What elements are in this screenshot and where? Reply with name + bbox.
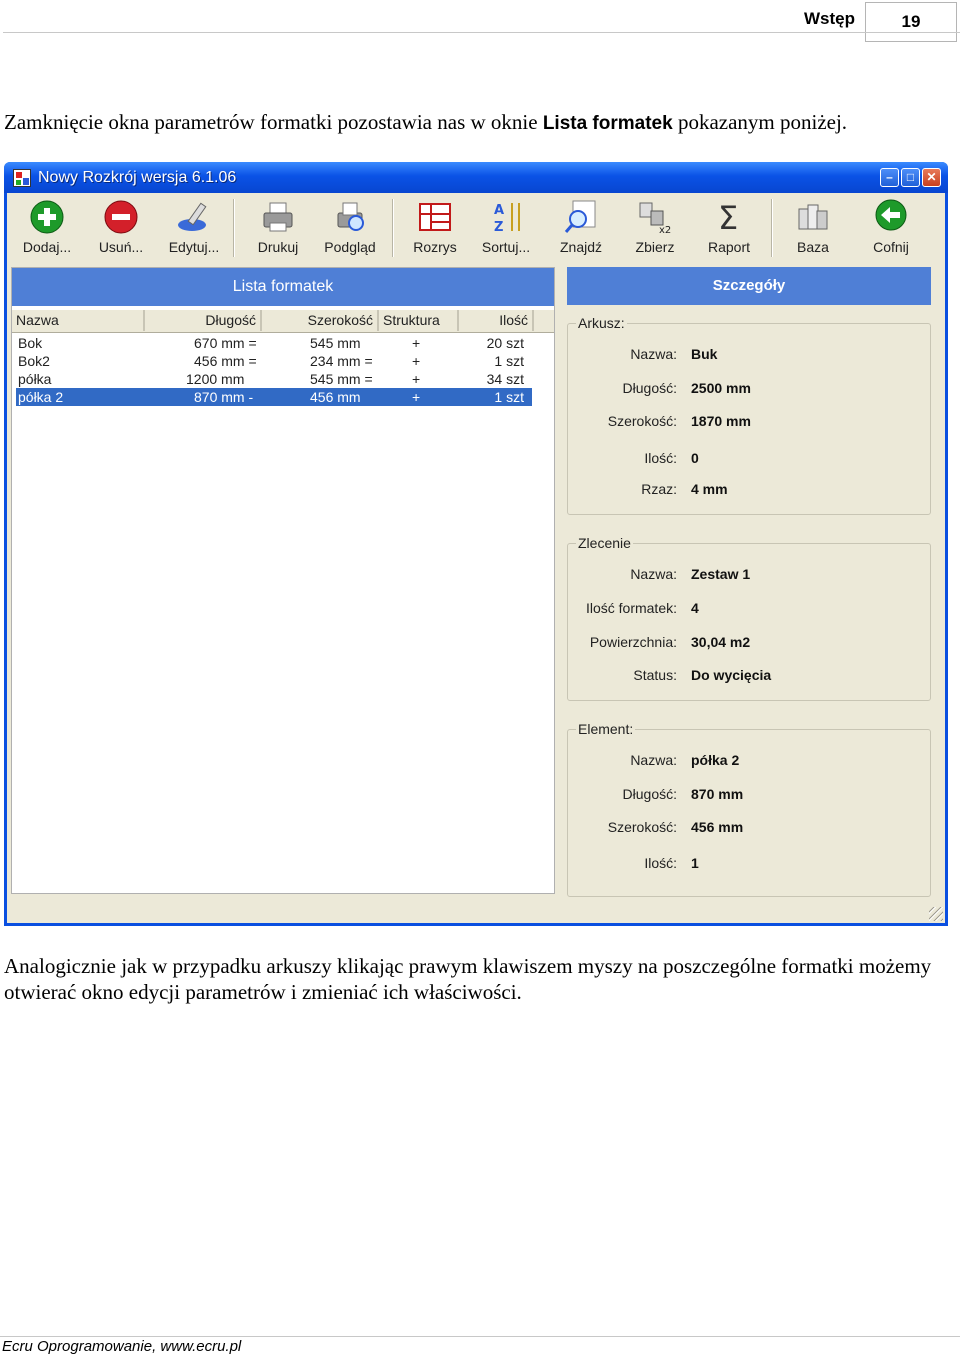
layout-button[interactable]: Rozrys (407, 197, 463, 261)
svg-text:x2: x2 (659, 225, 671, 235)
find-icon (563, 199, 599, 235)
details-panel: Szczegóły Arkusz: Nazwa: Buk Długość: 2500… (567, 267, 931, 897)
preview-button[interactable]: Podgląd (319, 197, 381, 261)
field-row: Szerokość: 456 mm (607, 819, 744, 835)
field-row: Ilość: 0 (644, 450, 699, 466)
details-title: Szczegóły (567, 267, 931, 305)
collect-button[interactable]: x2 Zbierz (627, 197, 683, 261)
column-structure[interactable]: Struktura (379, 310, 459, 331)
printer-icon (260, 199, 296, 235)
database-button[interactable]: Baza (785, 197, 841, 261)
intro-after: pokazanym poniżej. (672, 110, 848, 134)
remove-icon (103, 199, 139, 235)
app-window: Nowy Rozkrój wersja 6.1.06 – □ ✕ Dodaj..… (4, 162, 948, 926)
field-row: Długość: 2500 mm (622, 380, 751, 396)
print-button[interactable]: Drukuj (250, 197, 306, 261)
field-row: Ilość formatek: 4 (585, 600, 699, 616)
window-title: Nowy Rozkrój wersja 6.1.06 (38, 169, 237, 186)
table-row-selected[interactable]: półka 2 870 mm - 456 mm + 1 szt (16, 388, 532, 406)
table-row[interactable]: Bok 670 mm = 545 mm + 20 szt (16, 334, 532, 352)
field-row: Rzaz: 4 mm (641, 481, 728, 497)
field-row: Szerokość: 1870 mm (607, 413, 751, 429)
formatki-list-panel: Lista formatek Nazwa Długość Szerokość S… (11, 267, 555, 894)
sort-button[interactable]: AZ Sortuj... (476, 197, 536, 261)
section-title: Wstęp (804, 9, 855, 28)
add-icon (29, 199, 65, 235)
header-divider (3, 32, 960, 33)
field-row: Status: Do wycięcia (633, 667, 772, 683)
column-width[interactable]: Szerokość (262, 310, 379, 331)
database-icon (795, 199, 831, 235)
intro-text: Zamknięcie okna parametrów formatki pozo… (4, 110, 847, 135)
group-title: Zlecenie (576, 535, 633, 551)
add-button[interactable]: Dodaj... (17, 197, 77, 261)
app-icon (13, 169, 31, 187)
page-number: 19 (865, 2, 957, 42)
toolbar-separator (392, 199, 394, 257)
remove-button[interactable]: Usuń... (91, 197, 151, 261)
field-row: Nazwa: Zestaw 1 (630, 566, 751, 582)
back-button[interactable]: Cofnij (863, 197, 919, 261)
list-title: Lista formatek (12, 268, 554, 306)
body-paragraph: Analogicznie jak w przypadku arkuszy kli… (4, 954, 932, 1004)
sort-icon: AZ (488, 199, 524, 235)
window-client: Dodaj... Usuń... Edytuj... Drukuj Podglą… (7, 193, 945, 923)
toolbar: Dodaj... Usuń... Edytuj... Drukuj Podglą… (7, 193, 945, 264)
layout-icon (417, 199, 453, 235)
intro-before: Zamknięcie okna parametrów formatki pozo… (4, 110, 543, 134)
preview-icon (332, 199, 368, 235)
sigma-icon: Σ (711, 199, 747, 237)
edit-icon (176, 199, 212, 235)
field-row: Długość: 870 mm (622, 786, 744, 802)
field-row: Nazwa: Buk (630, 346, 718, 362)
list-column-header: Nazwa Długość Szerokość Struktura Ilość (12, 310, 554, 333)
field-row: Nazwa: półka 2 (630, 752, 740, 768)
intro-bold: Lista formatek (542, 113, 673, 134)
svg-text:A: A (494, 203, 504, 218)
toolbar-separator (233, 199, 235, 257)
resize-grip-icon[interactable] (929, 907, 943, 921)
maximize-button[interactable]: □ (901, 168, 920, 187)
minimize-button[interactable]: – (880, 168, 899, 187)
svg-text:Z: Z (494, 220, 503, 235)
column-length[interactable]: Długość (145, 310, 262, 331)
field-row: Ilość: 1 (644, 855, 699, 871)
footer-text: Ecru Oprogramowanie, www.ecru.pl (2, 1338, 242, 1355)
edit-button[interactable]: Edytuj... (163, 197, 225, 261)
title-bar[interactable]: Nowy Rozkrój wersja 6.1.06 – □ ✕ (4, 162, 948, 193)
report-button[interactable]: Σ Raport (701, 197, 757, 261)
close-button[interactable]: ✕ (922, 168, 941, 187)
table-row[interactable]: Bok2 456 mm = 234 mm = + 1 szt (16, 352, 532, 370)
group-title: Arkusz: (576, 315, 627, 331)
back-arrow-icon (873, 199, 909, 235)
field-row: Powierzchnia: 30,04 m2 (589, 634, 751, 650)
column-name[interactable]: Nazwa (12, 310, 145, 331)
find-button[interactable]: Znajdź (553, 197, 609, 261)
table-row[interactable]: półka 1200 mm 545 mm = + 34 szt (16, 370, 532, 388)
group-title: Element: (576, 721, 636, 737)
footer-divider (0, 1336, 960, 1337)
toolbar-separator (771, 199, 773, 257)
column-qty[interactable]: Ilość (459, 310, 534, 331)
collect-icon: x2 (637, 199, 673, 236)
svg-text:Σ: Σ (718, 199, 738, 235)
